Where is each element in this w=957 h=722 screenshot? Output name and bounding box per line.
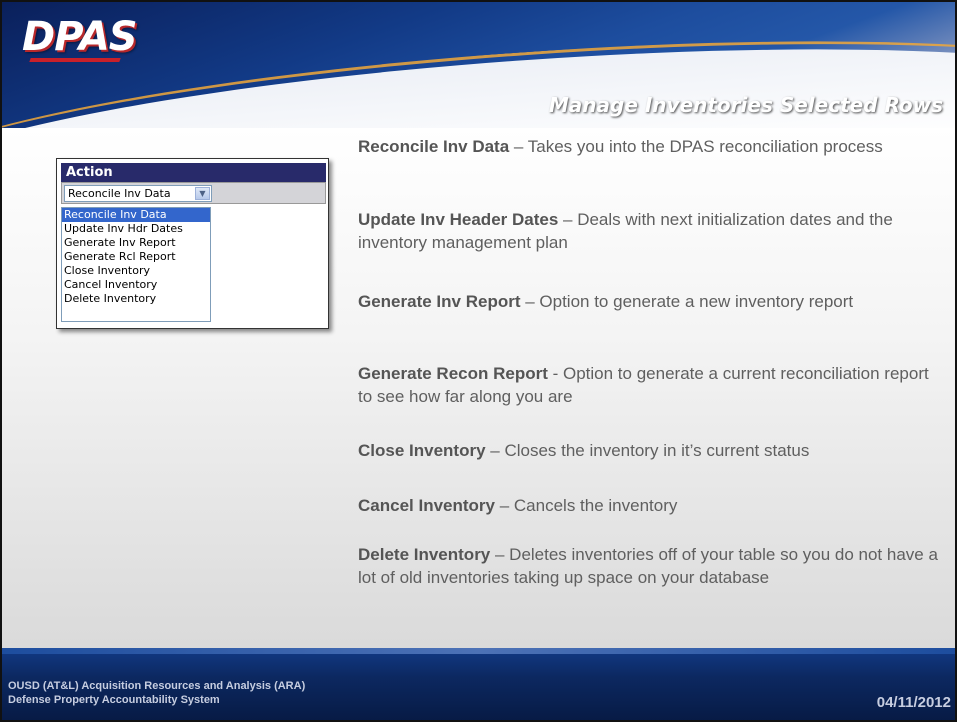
description-text: – Takes you into the DPAS reconciliation…	[509, 137, 883, 156]
action-option[interactable]: Generate Inv Report	[62, 236, 210, 250]
action-option[interactable]: Close Inventory	[62, 264, 210, 278]
description-item: Cancel Inventory – Cancels the inventory	[358, 494, 938, 517]
description-term: Generate Recon Report	[358, 364, 548, 383]
action-option[interactable]: Delete Inventory	[62, 292, 210, 306]
footer-date: 04/11/2012	[876, 694, 951, 711]
slide-title: Manage Inventories Selected Rows	[548, 93, 943, 117]
action-option[interactable]: Update Inv Hdr Dates	[62, 222, 210, 236]
action-select[interactable]: Reconcile Inv Data ▼	[64, 185, 212, 202]
description-item: Close Inventory – Closes the inventory i…	[358, 439, 938, 462]
description-term: Reconcile Inv Data	[358, 137, 510, 156]
description-text: – Option to generate a new inventory rep…	[520, 292, 854, 311]
footer-org-line2: Defense Property Accountability System	[8, 694, 220, 706]
description-text: – Closes the inventory in it’s current s…	[485, 441, 810, 460]
chevron-down-icon[interactable]: ▼	[195, 187, 210, 200]
description-term: Generate Inv Report	[358, 292, 521, 311]
slide-header: DPAS Manage Inventories Selected Rows	[0, 0, 957, 128]
action-dropdown-screenshot: Action Reconcile Inv Data ▼ Reconcile In…	[56, 158, 329, 329]
footer-top-bar	[0, 648, 957, 654]
description-term: Cancel Inventory	[358, 496, 495, 515]
footer-org-line1: OUSD (AT&L) Acquisition Resources and An…	[8, 680, 306, 692]
action-options-list: Reconcile Inv Data Update Inv Hdr Dates …	[61, 207, 211, 322]
description-item: Generate Inv Report – Option to generate…	[358, 290, 938, 313]
action-select-value: Reconcile Inv Data	[68, 187, 171, 200]
description-term: Close Inventory	[358, 441, 486, 460]
description-term: Delete Inventory	[358, 545, 491, 564]
description-item: Reconcile Inv Data – Takes you into the …	[358, 135, 938, 158]
description-item: Delete Inventory – Deletes inventories o…	[358, 543, 938, 589]
slide-footer: OUSD (AT&L) Acquisition Resources and An…	[0, 648, 957, 722]
description-text: – Cancels the inventory	[495, 496, 678, 515]
dpas-logo: DPAS	[22, 14, 138, 60]
footer-organization: OUSD (AT&L) Acquisition Resources and An…	[8, 679, 305, 707]
description-term: Update Inv Header Dates	[358, 210, 559, 229]
description-item: Update Inv Header Dates – Deals with nex…	[358, 208, 938, 254]
action-option[interactable]: Generate Rcl Report	[62, 250, 210, 264]
action-option[interactable]: Reconcile Inv Data	[62, 208, 210, 222]
action-select-row: Reconcile Inv Data ▼	[61, 182, 326, 204]
action-header: Action	[61, 163, 326, 182]
action-option[interactable]: Cancel Inventory	[62, 278, 210, 292]
description-item: Generate Recon Report - Option to genera…	[358, 362, 938, 408]
logo-underline	[29, 58, 121, 62]
